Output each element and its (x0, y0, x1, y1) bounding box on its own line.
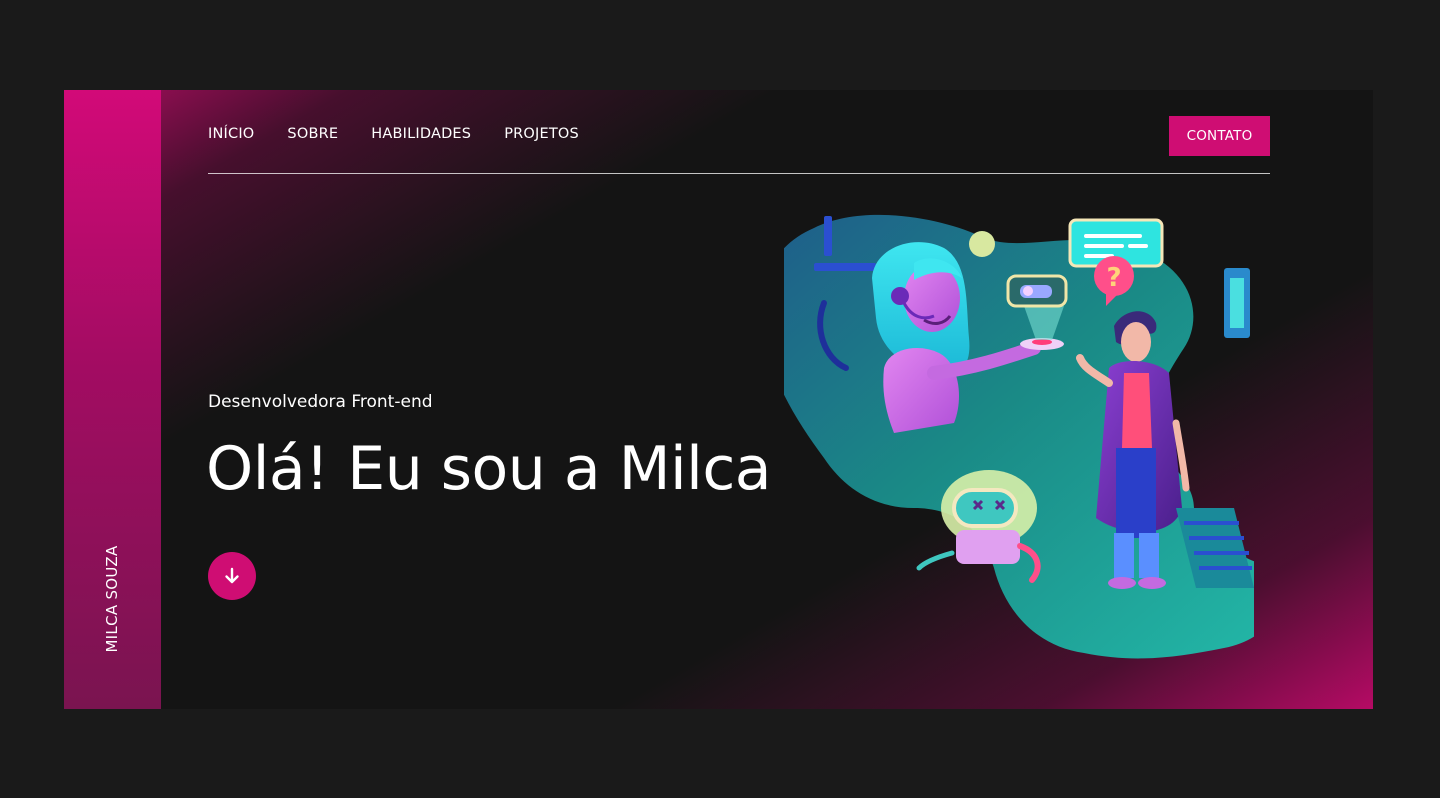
question-mark: ? (1106, 263, 1121, 293)
nav-item-habilidades[interactable]: HABILIDADES (371, 126, 471, 142)
main-nav: INÍCIO SOBRE HABILIDADES PROJETOS (208, 126, 579, 142)
sidebar: MILCA SOUZA (64, 90, 161, 709)
nav-item-projetos[interactable]: PROJETOS (504, 126, 579, 142)
support-agent-illustration: ? (784, 214, 1254, 659)
scroll-down-button[interactable] (208, 552, 256, 600)
arrow-down-icon (225, 567, 239, 584)
hero-section: MILCA SOUZA INÍCIO SOBRE HABILIDADES PRO… (64, 90, 1373, 709)
nav-item-inicio[interactable]: INÍCIO (208, 126, 254, 142)
nav-divider (208, 173, 1270, 174)
sidebar-name: MILCA SOUZA (103, 545, 121, 653)
hero-title: Olá! Eu sou a Milca (206, 434, 772, 504)
contact-button[interactable]: CONTATO (1169, 116, 1270, 156)
hero-subtitle: Desenvolvedora Front-end (208, 392, 433, 412)
nav-item-sobre[interactable]: SOBRE (287, 126, 338, 142)
